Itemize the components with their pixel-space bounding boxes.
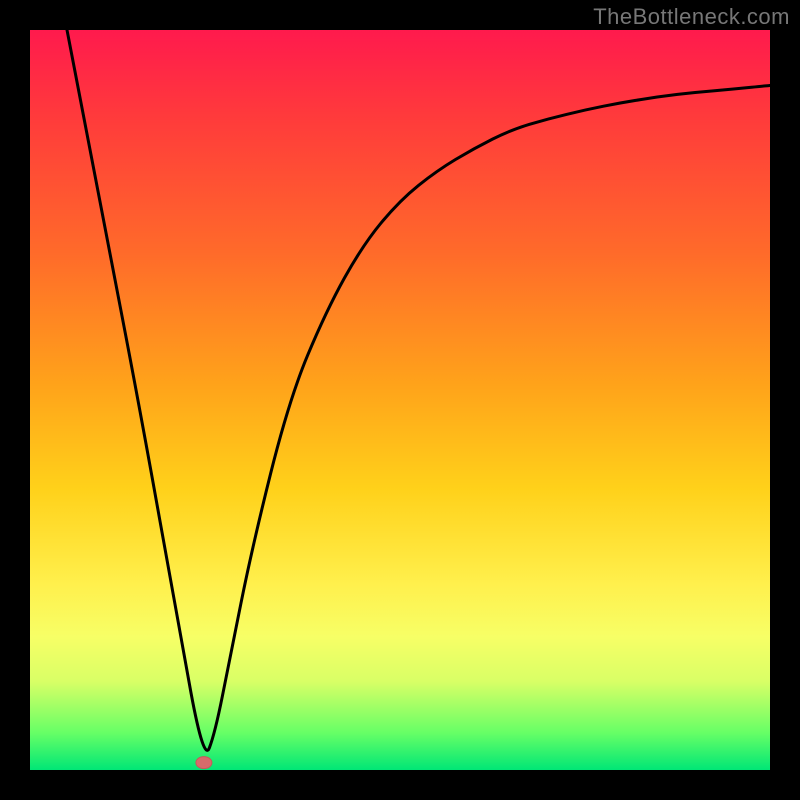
curve-svg [30,30,770,770]
minimum-marker [196,757,212,769]
bottleneck-curve [67,30,770,750]
chart-frame: TheBottleneck.com [0,0,800,800]
plot-area [30,30,770,770]
attribution-text: TheBottleneck.com [593,4,790,30]
